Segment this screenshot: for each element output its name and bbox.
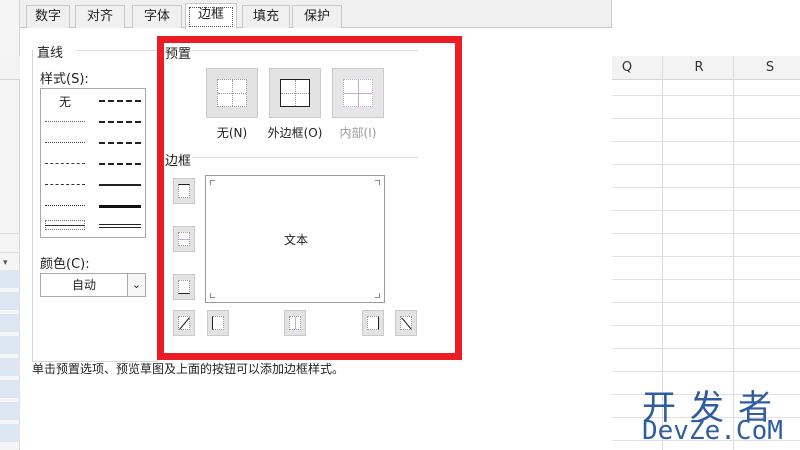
- tab-font[interactable]: 字体: [132, 5, 182, 28]
- line-style-none[interactable]: 无: [59, 93, 71, 110]
- group-separator: [76, 50, 158, 51]
- row-header-selected: [0, 270, 20, 288]
- row-divider: [0, 252, 20, 253]
- tab-fill[interactable]: 填充: [242, 5, 290, 28]
- row-header-selected: [0, 402, 20, 420]
- chevron-down-icon[interactable]: ⌄: [127, 274, 145, 296]
- hint-text: 单击预置选项、预览草图及上面的按钮可以添加边框样式。: [32, 362, 345, 376]
- scroll-arrow-icon[interactable]: ▾: [3, 258, 8, 268]
- tab-alignment[interactable]: 对齐: [75, 5, 125, 28]
- line-style-option[interactable]: [45, 205, 85, 206]
- row-line: [612, 325, 800, 326]
- line-style-option[interactable]: [99, 100, 141, 102]
- line-style-option[interactable]: [99, 121, 141, 123]
- style-label: 样式(S):: [40, 72, 89, 87]
- row-header-selected: [0, 358, 20, 376]
- watermark: 开发者 DevZe.CoM: [620, 380, 800, 450]
- row-header-selected: [0, 336, 20, 354]
- row-line: [612, 210, 800, 211]
- row-line: [612, 348, 800, 349]
- color-select[interactable]: 自动 ⌄: [40, 273, 146, 297]
- tab-focus-ring: [189, 7, 233, 27]
- row-header-selected: [0, 292, 20, 310]
- highlight-annotation-box: [157, 36, 462, 360]
- column-header-r[interactable]: R: [666, 56, 732, 80]
- tab-border[interactable]: 边框: [185, 3, 237, 29]
- color-value: 自动: [71, 278, 96, 292]
- row-divider: [0, 233, 20, 234]
- line-style-option[interactable]: [99, 224, 141, 228]
- line-style-option[interactable]: [45, 225, 85, 226]
- row-line: [612, 371, 800, 372]
- line-style-list[interactable]: 无: [40, 88, 146, 238]
- row-line: [612, 256, 800, 257]
- row-header-selected: [0, 314, 20, 332]
- line-style-option[interactable]: [99, 163, 141, 165]
- column-header-s[interactable]: S: [737, 56, 800, 80]
- line-style-option[interactable]: [45, 142, 85, 143]
- line-style-option[interactable]: [99, 184, 141, 186]
- line-style-option[interactable]: [45, 184, 85, 185]
- row-line: [612, 233, 800, 234]
- line-style-option[interactable]: [45, 121, 85, 122]
- row-line: [612, 279, 800, 280]
- tab-bar: 数字 对齐 字体 边框 填充 保护: [20, 0, 612, 29]
- color-label: 颜色(C):: [40, 257, 90, 272]
- tab-number[interactable]: 数字: [26, 5, 70, 28]
- row-line: [612, 141, 800, 142]
- tab-protection[interactable]: 保护: [292, 5, 342, 28]
- row-line: [612, 164, 800, 165]
- row-line: [612, 187, 800, 188]
- watermark-text-bottom: DevZe.CoM: [642, 416, 783, 446]
- row-header-selected: [0, 380, 20, 398]
- row-line: [612, 118, 800, 119]
- line-style-option[interactable]: [99, 142, 141, 144]
- line-group-label: 直线: [37, 46, 64, 61]
- row-line: [612, 302, 800, 303]
- line-style-option[interactable]: [45, 163, 85, 164]
- row-line: [612, 95, 800, 96]
- line-style-option[interactable]: [99, 205, 141, 208]
- row-header-selected: [0, 424, 20, 442]
